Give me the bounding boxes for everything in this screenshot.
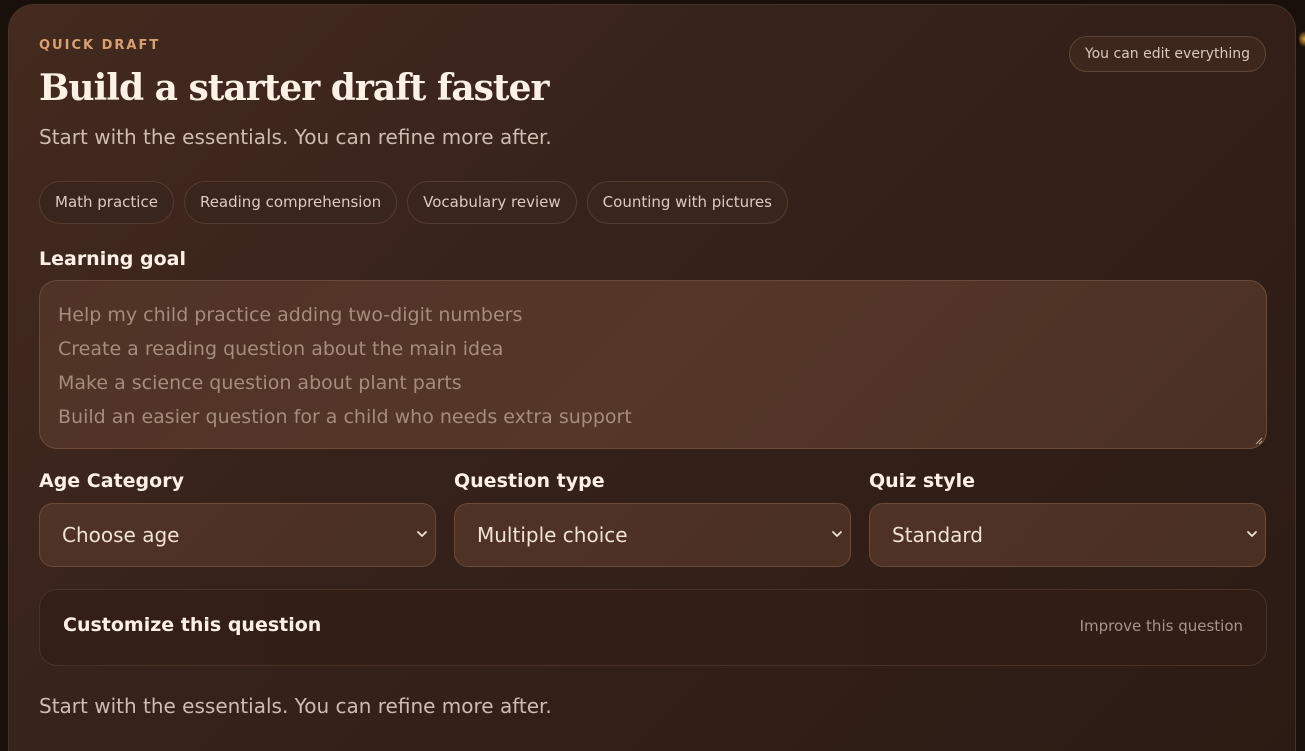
age-category-select[interactable]: Choose age [39, 503, 436, 567]
quiz-style-select[interactable]: Standard [869, 503, 1266, 567]
edge-glow-decoration [1299, 30, 1305, 48]
quick-draft-card: QUICK DRAFT You can edit everything Buil… [8, 4, 1296, 751]
goal-placeholder-line: Build an easier question for a child who… [58, 406, 632, 428]
resize-handle-icon[interactable] [1255, 437, 1263, 445]
customize-question-panel[interactable]: Customize this question Improve this que… [39, 589, 1267, 666]
question-type-value: Multiple choice [477, 523, 628, 547]
chip-vocabulary-review[interactable]: Vocabulary review [407, 181, 577, 224]
question-type-label: Question type [454, 470, 605, 492]
age-category-label: Age Category [39, 470, 184, 492]
improve-question-link[interactable]: Improve this question [1080, 617, 1243, 635]
chip-reading-comprehension[interactable]: Reading comprehension [183, 181, 398, 224]
learning-goal-label: Learning goal [39, 248, 186, 270]
page-title: Build a starter draft faster [39, 67, 549, 109]
customize-question-title: Customize this question [63, 614, 322, 636]
footer-note: Start with the essentials. You can refin… [39, 694, 552, 718]
quiz-style-value: Standard [892, 523, 983, 547]
suggestion-chips: Math practice Reading comprehension Voca… [39, 181, 788, 224]
quiz-style-label: Quiz style [869, 470, 976, 492]
eyebrow-label: QUICK DRAFT [39, 38, 161, 53]
page: QUICK DRAFT You can edit everything Buil… [0, 0, 1305, 751]
page-subtitle: Start with the essentials. You can refin… [39, 125, 552, 149]
edit-everything-badge: You can edit everything [1068, 36, 1266, 72]
chevron-down-icon [1247, 531, 1257, 537]
chip-math-practice[interactable]: Math practice [39, 181, 174, 224]
goal-placeholder-line: Make a science question about plant part… [58, 372, 462, 394]
chevron-down-icon [417, 531, 427, 537]
goal-placeholder-line: Help my child practice adding two-digit … [58, 304, 523, 326]
goal-placeholder-line: Create a reading question about the main… [58, 338, 504, 360]
question-type-select[interactable]: Multiple choice [454, 503, 851, 567]
chevron-down-icon [832, 531, 842, 537]
age-category-value: Choose age [62, 523, 180, 547]
learning-goal-textarea[interactable]: Help my child practice adding two-digit … [39, 280, 1267, 449]
chip-counting-with-pictures[interactable]: Counting with pictures [586, 181, 788, 224]
